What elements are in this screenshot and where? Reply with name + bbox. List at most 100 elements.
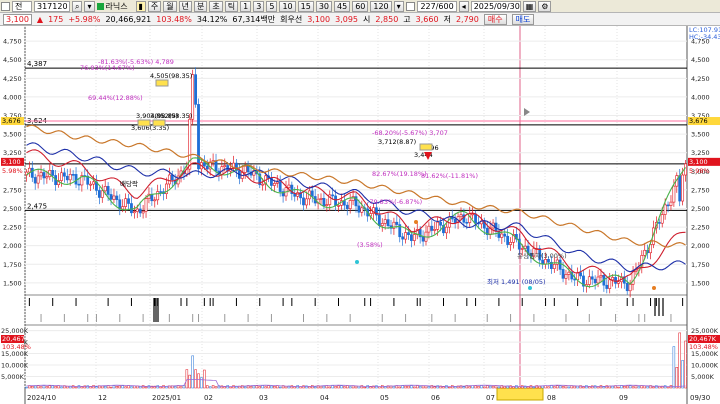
interval-60-button[interactable]: 60 — [352, 0, 369, 12]
chart-annotation: 최저 1,491 (08/05) — [487, 277, 546, 286]
candle-body — [360, 207, 364, 213]
volume-bar — [130, 386, 133, 389]
sell-button[interactable]: 매도 — [511, 13, 535, 25]
date-tick-label: 02 — [204, 394, 213, 402]
candle-body — [672, 185, 676, 203]
volume-bar — [182, 385, 186, 389]
interval-5-button[interactable]: 5 — [266, 0, 278, 12]
checkbox-icon[interactable] — [1, 1, 10, 11]
date-tick-label: 08 — [547, 394, 556, 402]
price-tick-label-right: 4,000 — [691, 93, 710, 101]
candle-body — [509, 242, 512, 245]
period-day-button[interactable]: ▮ — [135, 0, 146, 12]
calendar-icon[interactable]: ▦ — [522, 0, 537, 12]
candle-body — [89, 183, 93, 186]
interval-3-button[interactable]: 3 — [253, 0, 265, 12]
candle-body — [377, 214, 381, 226]
stock-code-input[interactable]: 317120 — [34, 0, 70, 12]
volume-bar — [203, 369, 206, 389]
period-week-button[interactable]: 주 — [147, 0, 162, 12]
volume-bar — [532, 386, 536, 389]
count-lookup-button[interactable]: ◂ — [458, 0, 469, 12]
interval-1-button[interactable]: 1 — [240, 0, 252, 12]
chart-canvas[interactable]: 4,3873,6242,475 -81.63%(-5.63%) 4,78976.… — [0, 26, 720, 404]
candle-body — [605, 284, 609, 289]
date-field[interactable]: 2025/09/30 — [470, 0, 521, 12]
volume-bar — [188, 374, 192, 389]
candle-body — [439, 221, 442, 226]
interval-45-button[interactable]: 45 — [334, 0, 351, 12]
volume-tick-label-right: 10,000K — [691, 362, 719, 370]
volume-bar — [602, 386, 606, 389]
volume-bar — [398, 386, 401, 389]
price-tag-text: 3,676 — [689, 117, 708, 125]
candle-body — [214, 160, 218, 172]
volume-bar — [322, 385, 326, 389]
data-count-field[interactable]: 227/600 — [416, 0, 457, 12]
price-tick-label-right: 2,750 — [691, 186, 710, 194]
interval-15-button[interactable]: 15 — [297, 0, 314, 12]
candle-body — [275, 181, 279, 184]
candle-body — [100, 190, 104, 198]
price-tick-label: 1,500 — [3, 279, 22, 287]
candle-body — [167, 174, 171, 185]
volume-bar — [547, 386, 550, 389]
volume-bar — [270, 385, 273, 389]
period-month-button[interactable]: 월 — [163, 0, 177, 12]
open-label: 시 — [363, 14, 371, 24]
volume-bar — [448, 386, 451, 389]
candle-body — [223, 165, 227, 167]
search-icon[interactable]: ⌕ — [72, 0, 83, 12]
date-tick-label: 09/30 — [690, 394, 710, 402]
price-tag-text: 5.98% — [689, 167, 710, 175]
interval-10-button[interactable]: 10 — [279, 0, 296, 12]
market-select[interactable]: 전 — [12, 0, 32, 12]
candle-body — [345, 204, 349, 209]
volume-bar — [109, 386, 113, 389]
volume-bar — [340, 385, 343, 389]
chart-window: 전 317120 ⌕ ▾ 라닉스 ▮ 주 월 년 분 초 틱 1 3 5 10 … — [0, 0, 720, 404]
interval-120-button[interactable]: 120 — [370, 0, 392, 12]
volume-bar — [328, 386, 332, 389]
candle-body — [573, 278, 577, 281]
volume-bar — [410, 385, 413, 389]
period-minute-button[interactable]: 분 — [194, 0, 208, 12]
plot-area — [25, 26, 687, 404]
volume-bar — [462, 386, 466, 389]
chart-annotation: 3,712(8.87) — [378, 138, 416, 146]
interval-30-button[interactable]: 30 — [315, 0, 332, 12]
buy-button[interactable]: 매수 — [483, 13, 507, 25]
settings-icon[interactable]: ⚙ — [538, 0, 552, 12]
volume-bar — [427, 386, 431, 389]
price-tick-label-right: 3,500 — [691, 131, 710, 139]
candle-body — [395, 221, 399, 225]
signal-marker — [419, 143, 433, 151]
period-second-button[interactable]: 초 — [209, 0, 223, 12]
candle-body — [453, 218, 457, 223]
candle-body — [135, 208, 139, 212]
volume-bar — [331, 385, 334, 389]
volume-tick-label: 5,000K — [1, 373, 25, 381]
volume-bar — [491, 385, 495, 389]
chart-annotation: 69.44%(12.88%) — [88, 94, 143, 102]
period-year-button[interactable]: 년 — [178, 0, 193, 12]
change-up-icon: ▲ — [36, 14, 44, 24]
candle-body — [331, 194, 335, 197]
candle-body — [334, 195, 337, 206]
volume-bar — [628, 385, 632, 389]
dropdown-icon[interactable]: ▾ — [84, 0, 95, 12]
open-price: 2,850 — [375, 14, 399, 24]
volume-bar — [179, 386, 183, 389]
period-tick-button[interactable]: 틱 — [224, 0, 239, 12]
volume-bar — [343, 386, 346, 389]
candle-body — [380, 223, 384, 226]
line-price-label: 2,475 — [27, 202, 47, 210]
volume-bar — [185, 369, 189, 389]
option-box-icon[interactable] — [405, 1, 415, 11]
interval-dropdown-icon[interactable]: ▾ — [393, 0, 404, 12]
price-tick-label-right: 1,750 — [691, 261, 710, 269]
candle-body — [657, 222, 661, 224]
change-value: 175 — [48, 14, 64, 24]
signal-dot — [414, 220, 418, 224]
candle-body — [202, 162, 206, 167]
